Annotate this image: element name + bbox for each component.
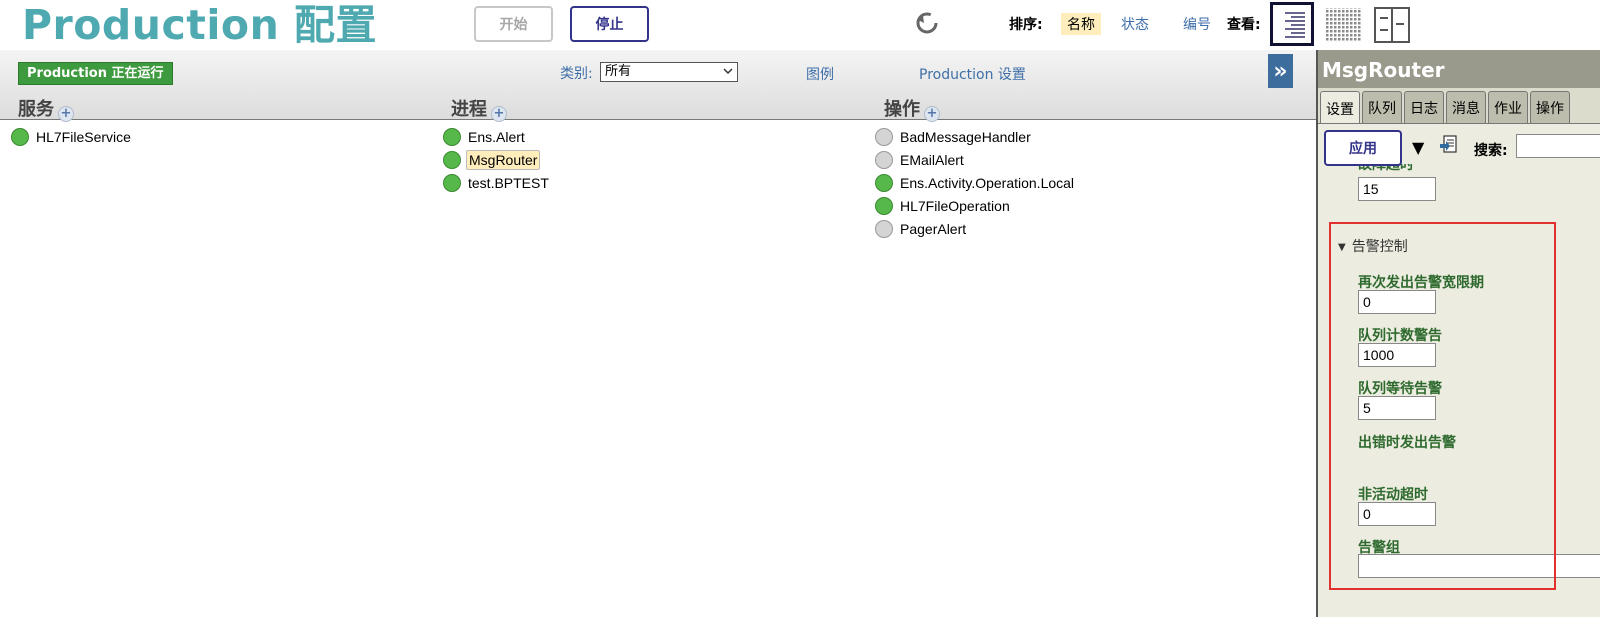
queue-wait-alert-input[interactable]: 5 [1358, 396, 1436, 420]
caret-down-icon: ▼ [1338, 242, 1346, 253]
settings-panel: MsgRouter 设置 队列 日志 消息 作业 操作 应用 ▼ 搜索: 故障超… [1316, 50, 1600, 617]
queue-count-alert-input[interactable]: 1000 [1358, 343, 1436, 367]
status-dot-icon [443, 128, 461, 146]
split-view-icon[interactable] [1370, 2, 1414, 46]
item-label: Ens.Activity.Operation.Local [900, 175, 1075, 191]
start-button[interactable]: 开始 [474, 6, 553, 42]
sort-by-name[interactable]: 名称 [1061, 13, 1101, 35]
item-label: EMailAlert [900, 152, 964, 168]
category-select[interactable]: 所有 [600, 62, 738, 82]
category-label: 类别: [560, 66, 593, 82]
expand-panel-button[interactable]: » [1268, 54, 1293, 88]
status-badge: Production 正在运行 [18, 62, 173, 85]
list-item[interactable]: test.BPTEST [443, 172, 551, 194]
refresh-icon[interactable] [914, 10, 940, 36]
operations-header: 操作 + [884, 95, 940, 122]
processes-header: 进程 + [451, 95, 507, 122]
tab-settings[interactable]: 设置 [1320, 91, 1360, 125]
production-settings-link[interactable]: Production 设置 [919, 64, 1026, 84]
chevron-down-icon [723, 68, 733, 75]
list-view-icon[interactable] [1270, 2, 1314, 46]
production-config-page: Production 配置 开始 停止 排序: 名称 状态 编号 查看: Pro… [0, 0, 1600, 617]
add-operation-icon[interactable]: + [924, 106, 940, 122]
sort-by-number[interactable]: 编号 [1183, 14, 1211, 34]
alert-grace-period-input[interactable]: 0 [1358, 290, 1436, 314]
legend-link[interactable]: 图例 [806, 64, 834, 84]
item-label: test.BPTEST [468, 175, 549, 191]
status-dot-icon [875, 174, 893, 192]
tab-actions[interactable]: 操作 [1530, 91, 1570, 124]
status-dot-icon [875, 128, 893, 146]
field-label: 队列计数警告 [1358, 328, 1442, 344]
apply-button[interactable]: 应用 [1324, 130, 1402, 166]
item-label: MsgRouter [466, 150, 541, 170]
list-item-selected[interactable]: MsgRouter [443, 149, 541, 171]
panel-title: MsgRouter [1318, 50, 1600, 88]
sort-by-status[interactable]: 状态 [1121, 14, 1149, 34]
item-label: BadMessageHandler [900, 129, 1031, 145]
operations-title: 操作 [884, 99, 920, 120]
add-process-icon[interactable]: + [491, 106, 507, 122]
alert-control-group[interactable]: ▼ 告警控制 [1338, 236, 1408, 256]
add-service-icon[interactable]: + [58, 106, 74, 122]
document-icon[interactable] [1440, 134, 1460, 156]
toolbar-divider [0, 119, 1316, 120]
list-item[interactable]: Ens.Activity.Operation.Local [875, 172, 1076, 194]
alert-groups-input[interactable] [1358, 554, 1600, 578]
list-item[interactable]: Ens.Alert [443, 126, 527, 148]
stop-button[interactable]: 停止 [570, 6, 649, 42]
inactivity-timeout-input[interactable]: 0 [1358, 502, 1436, 526]
status-dot-icon [11, 128, 29, 146]
view-label: 查看: [1227, 17, 1261, 33]
grid-view-icon[interactable] [1322, 2, 1366, 46]
status-dot-icon [875, 197, 893, 215]
status-dot-icon [443, 174, 461, 192]
tab-jobs[interactable]: 作业 [1488, 91, 1528, 124]
list-item[interactable]: PagerAlert [875, 218, 968, 240]
category-select-value: 所有 [605, 64, 632, 79]
group-title: 告警控制 [1351, 239, 1408, 255]
panel-tabs: 设置 队列 日志 消息 作业 操作 [1318, 88, 1600, 125]
services-header: 服务 + [18, 95, 74, 122]
list-item[interactable]: HL7FileOperation [875, 195, 1012, 217]
tab-messages[interactable]: 消息 [1446, 91, 1486, 124]
status-dot-icon [443, 151, 461, 169]
tab-queue[interactable]: 队列 [1362, 91, 1402, 124]
toolbar-band [0, 50, 1316, 120]
item-label: HL7FileOperation [900, 198, 1010, 214]
item-label: Ens.Alert [468, 129, 525, 145]
sort-label: 排序: [1009, 17, 1043, 33]
item-label: HL7FileService [36, 129, 131, 145]
field-label: 再次发出告警宽限期 [1358, 275, 1484, 291]
search-input[interactable] [1516, 134, 1600, 158]
page-title: Production 配置 [22, 1, 378, 49]
status-dot-icon [875, 220, 893, 238]
failure-timeout-input[interactable]: 15 [1358, 177, 1436, 201]
status-dot-icon [875, 151, 893, 169]
services-title: 服务 [18, 99, 54, 120]
triangle-down-icon[interactable]: ▼ [1412, 138, 1424, 157]
search-label: 搜索: [1474, 143, 1508, 159]
processes-title: 进程 [451, 99, 487, 120]
list-item[interactable]: HL7FileService [11, 126, 133, 148]
list-item[interactable]: BadMessageHandler [875, 126, 1033, 148]
panel-body: 应用 ▼ 搜索: 故障超时 15 ▼ 告警控制 再次发出告警宽限期 0 队列计数警… [1318, 124, 1600, 617]
field-label: 出错时发出告警 [1358, 435, 1456, 451]
field-label: 队列等待告警 [1358, 381, 1442, 397]
field-label: 非活动超时 [1358, 487, 1428, 503]
list-item[interactable]: EMailAlert [875, 149, 966, 171]
tab-log[interactable]: 日志 [1404, 91, 1444, 124]
item-label: PagerAlert [900, 221, 967, 237]
